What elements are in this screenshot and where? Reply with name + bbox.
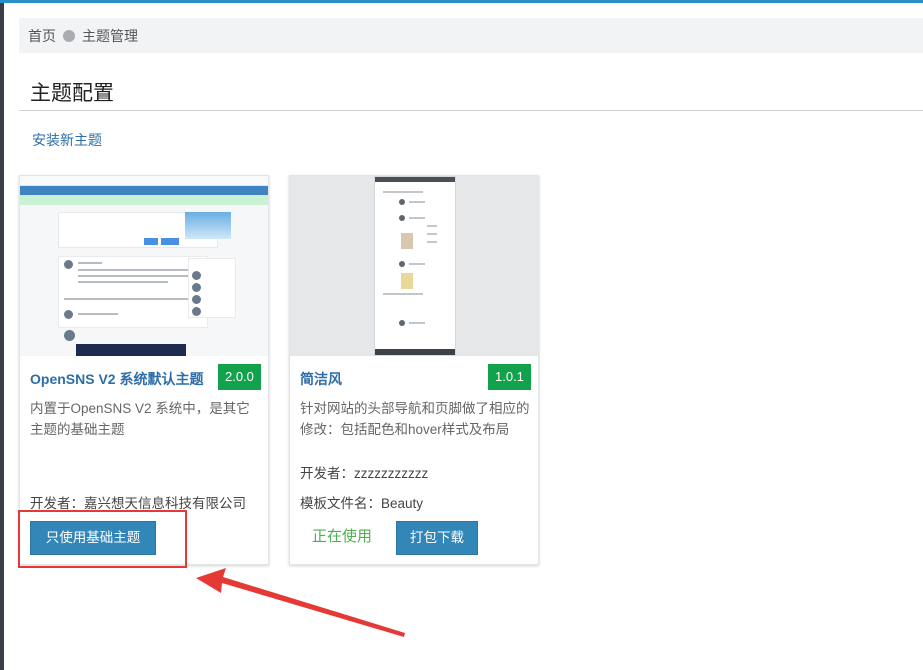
top-accent-line bbox=[0, 0, 923, 3]
version-badge: 2.0.0 bbox=[218, 364, 261, 390]
title-divider bbox=[19, 110, 923, 111]
theme-description: 针对网站的头部导航和页脚做了相应的修改：包括配色和hover样式及布局 bbox=[300, 401, 530, 437]
version-badge: 1.0.1 bbox=[488, 364, 531, 390]
theme-card-default: OpenSNS V2 系统默认主题 2.0.0 内置于OpenSNS V2 系统… bbox=[19, 175, 269, 565]
breadcrumb-separator-icon bbox=[63, 29, 75, 42]
annotation-highlight-box bbox=[18, 510, 187, 568]
theme-name[interactable]: 简洁风 bbox=[300, 369, 342, 389]
in-use-status: 正在使用 bbox=[312, 528, 373, 545]
template-file-name: 模板文件名：Beauty bbox=[300, 496, 424, 511]
install-new-theme-link[interactable]: 安装新主题 bbox=[32, 130, 102, 150]
package-download-button[interactable]: 打包下载 bbox=[396, 521, 478, 555]
left-sidebar-edge bbox=[0, 3, 4, 670]
theme-name[interactable]: OpenSNS V2 系统默认主题 bbox=[30, 369, 203, 389]
page-title: 主题配置 bbox=[30, 82, 114, 105]
theme-thumbnail bbox=[20, 176, 268, 356]
theme-developer: 开发者：zzzzzzzzzzz bbox=[300, 466, 429, 481]
theme-description: 内置于OpenSNS V2 系统中，是其它主题的基础主题 bbox=[30, 401, 250, 437]
breadcrumb: 首页 主题管理 bbox=[19, 18, 923, 53]
breadcrumb-current: 主题管理 bbox=[82, 27, 138, 44]
breadcrumb-home[interactable]: 首页 bbox=[28, 26, 56, 46]
theme-card-simple: 简洁风 1.0.1 针对网站的头部导航和页脚做了相应的修改：包括配色和hover… bbox=[289, 175, 539, 565]
theme-developer: 开发者：嘉兴想天信息科技有限公司 bbox=[30, 496, 246, 511]
theme-thumbnail bbox=[290, 176, 538, 356]
